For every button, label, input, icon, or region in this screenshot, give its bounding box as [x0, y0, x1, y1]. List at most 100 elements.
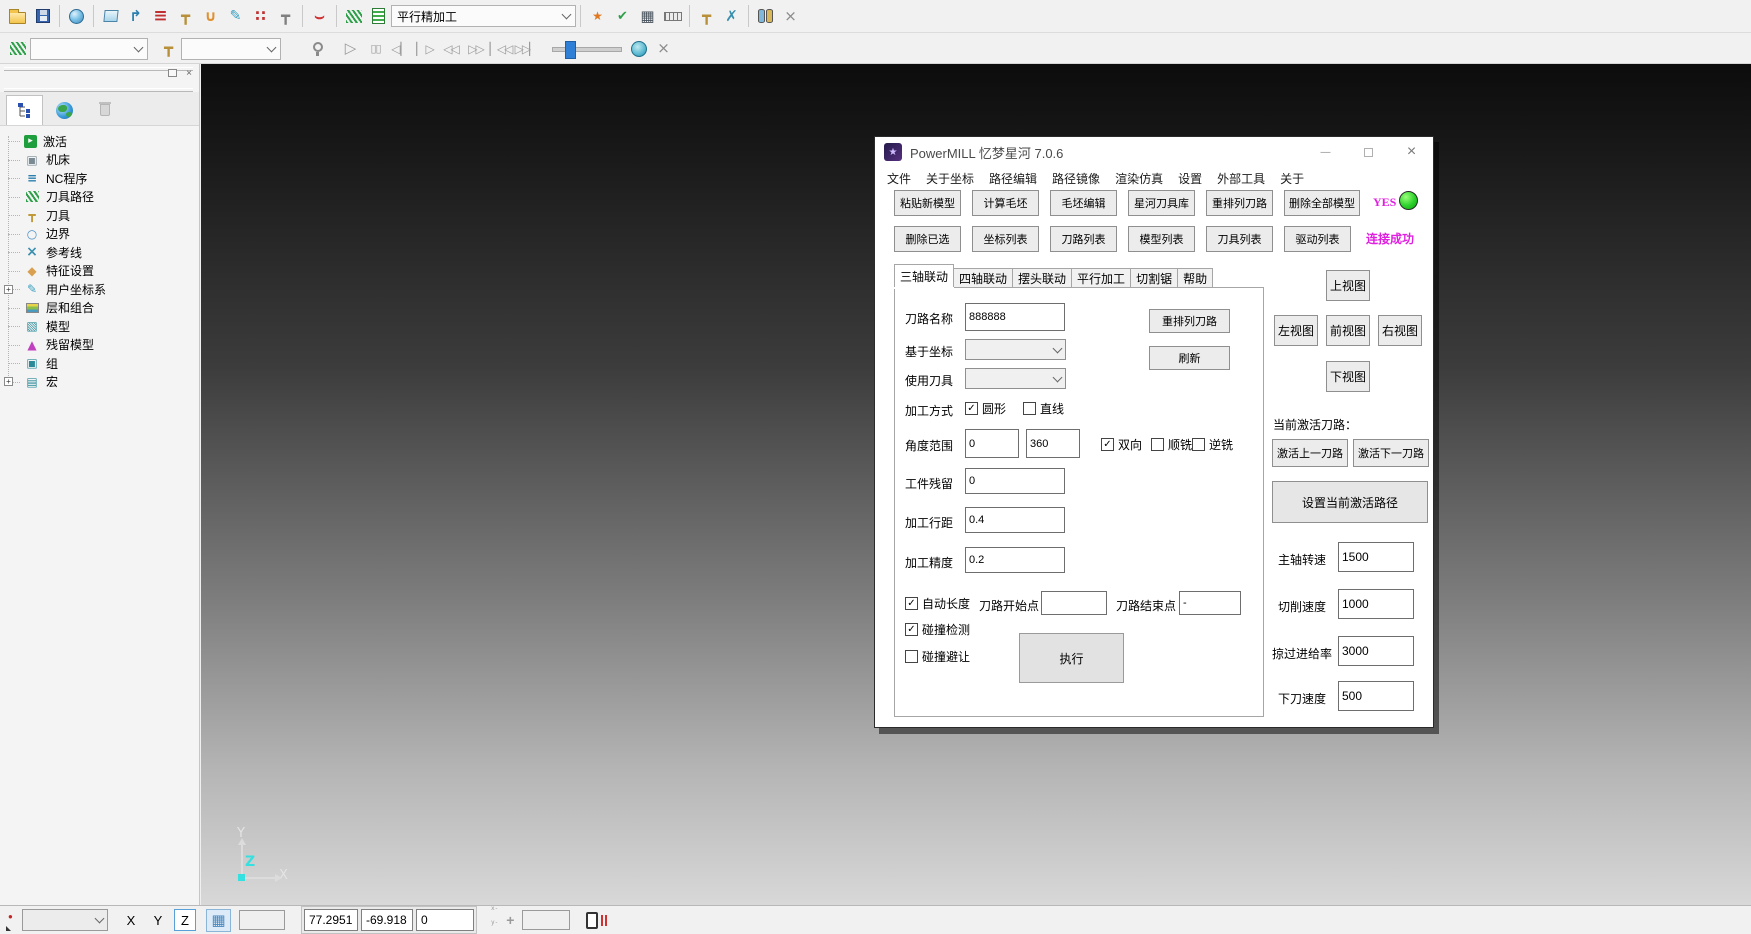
expand-icon[interactable]	[4, 285, 13, 294]
nc-lines-icon[interactable]	[148, 4, 173, 28]
auto-length-checkbox[interactable]: 自动长度	[905, 595, 970, 612]
bottom-view-button[interactable]: 下视图	[1326, 361, 1370, 392]
activate-prev-button[interactable]: 激活上一刀路	[1272, 439, 1348, 467]
activate-next-button[interactable]: 激活下一刀路	[1353, 439, 1429, 467]
tool-icon[interactable]	[156, 37, 181, 61]
green-spring-icon[interactable]	[341, 4, 366, 28]
close-button[interactable]	[1390, 137, 1433, 167]
menu-path-mirror[interactable]: 路径镜像	[1052, 170, 1100, 187]
boundary-u-icon[interactable]	[198, 4, 223, 28]
rotate-device-icon[interactable]	[586, 912, 598, 929]
speed-slider[interactable]	[552, 41, 622, 57]
coord-y-value[interactable]: -69.918	[361, 909, 413, 931]
tree-item-model[interactable]: 模型	[0, 317, 199, 336]
close-toolbar-icon[interactable]	[651, 37, 676, 61]
cylinders-icon[interactable]	[753, 4, 778, 28]
conventional-checkbox[interactable]: 逆铣	[1192, 436, 1233, 453]
open-file-icon[interactable]	[5, 4, 30, 28]
block-icon[interactable]	[98, 4, 123, 28]
menu-about-coords[interactable]: 关于坐标	[926, 170, 974, 187]
tool-holder-icon[interactable]	[273, 4, 298, 28]
plunge-feed-input[interactable]	[1338, 681, 1414, 711]
tree-item-group[interactable]: 组	[0, 354, 199, 373]
status-empty-field[interactable]	[239, 910, 285, 930]
bidirectional-checkbox[interactable]: 双向	[1101, 436, 1142, 453]
tree-item-nc-program[interactable]: NC程序	[0, 169, 199, 188]
tree-item-machine[interactable]: 机床	[0, 151, 199, 170]
toolpath-name-input[interactable]	[965, 303, 1065, 331]
tree-item-boundary[interactable]: 边界	[0, 225, 199, 244]
front-view-button[interactable]: 前视图	[1326, 315, 1370, 346]
model-list-button[interactable]: 模型列表	[1128, 226, 1195, 252]
tree-item-stock-model[interactable]: 残留模型	[0, 336, 199, 355]
execute-button[interactable]: 执行	[1019, 633, 1124, 683]
tree-item-macro[interactable]: 宏	[0, 373, 199, 392]
tree-item-toolpath[interactable]: 刀具路径	[0, 188, 199, 207]
climb-checkbox[interactable]: 顺铣	[1151, 436, 1192, 453]
paste-new-model-button[interactable]: 粘贴新模型	[894, 190, 961, 216]
tab-3axis[interactable]: 三轴联动	[894, 264, 954, 287]
tool-check-icon[interactable]	[610, 4, 635, 28]
coords-list-button[interactable]: 坐标列表	[972, 226, 1039, 252]
skip-end-icon[interactable]	[513, 37, 538, 61]
axis-y-button[interactable]: Y	[147, 909, 169, 931]
angle-to-input[interactable]	[1026, 429, 1080, 458]
angle-from-input[interactable]	[965, 429, 1019, 458]
crossed-tools-icon[interactable]	[719, 4, 744, 28]
end-point-input[interactable]	[1179, 591, 1241, 615]
menu-path-edit[interactable]: 路径编辑	[989, 170, 1037, 187]
stepover-input[interactable]	[965, 507, 1065, 533]
tool-ball-icon[interactable]	[173, 4, 198, 28]
circular-checkbox[interactable]: 圆形	[965, 400, 1006, 417]
top-view-button[interactable]: 上视图	[1326, 270, 1370, 301]
clock-icon[interactable]	[626, 37, 651, 61]
axis-z-button[interactable]: Z	[174, 909, 196, 931]
tree-item-workplane[interactable]: 用户坐标系	[0, 280, 199, 299]
left-view-button[interactable]: 左视图	[1274, 315, 1318, 346]
stock-edit-button[interactable]: 毛坯编辑	[1050, 190, 1117, 216]
toolpath-combo[interactable]	[30, 38, 148, 60]
calculator-icon[interactable]	[635, 4, 660, 28]
play-icon[interactable]	[338, 37, 363, 61]
right-view-button[interactable]: 右视图	[1378, 315, 1422, 346]
tolerance-input[interactable]	[965, 547, 1065, 573]
probe-icon[interactable]	[506, 912, 514, 928]
axis-x-button[interactable]: X	[120, 909, 142, 931]
drive-list-button[interactable]: 驱动列表	[1284, 226, 1351, 252]
save-icon[interactable]	[30, 4, 55, 28]
pencil-icon[interactable]	[223, 4, 248, 28]
maximize-button[interactable]	[1347, 137, 1390, 167]
tool-combo[interactable]	[181, 38, 281, 60]
tab-head-swing[interactable]: 摆头联动	[1013, 268, 1072, 287]
tab-tree-view[interactable]	[6, 95, 43, 125]
tab-globe[interactable]	[46, 95, 83, 125]
menu-external-tools[interactable]: 外部工具	[1217, 170, 1265, 187]
rearrange-toolpath-button[interactable]: 重排列刀路	[1206, 190, 1273, 216]
fast-forward-icon[interactable]	[463, 37, 488, 61]
tool-combo[interactable]	[965, 368, 1066, 389]
compute-stock-button[interactable]: 计算毛坯	[972, 190, 1039, 216]
tree-item-activate[interactable]: 激活	[0, 132, 199, 151]
strategy-combo[interactable]: 平行精加工	[391, 5, 576, 27]
close-toolbar-icon[interactable]	[778, 4, 803, 28]
tool-pair-icon[interactable]	[694, 4, 719, 28]
green-spring-icon[interactable]	[5, 37, 30, 61]
spindle-speed-input[interactable]	[1338, 542, 1414, 572]
bulb-icon[interactable]	[305, 37, 330, 61]
menu-render-sim[interactable]: 渲染仿真	[1115, 170, 1163, 187]
delete-selected-button[interactable]: 删除已选	[894, 226, 961, 252]
delete-all-models-button[interactable]: 删除全部模型	[1284, 190, 1360, 216]
minimize-button[interactable]	[1304, 137, 1347, 167]
step-back-icon[interactable]	[388, 37, 413, 61]
tab-trash[interactable]	[86, 95, 123, 125]
tool-library-button[interactable]: 星河刀具库	[1128, 190, 1195, 216]
collision-avoid-checkbox[interactable]: 碰撞避让	[905, 648, 970, 665]
step-forward-icon[interactable]	[413, 37, 438, 61]
float-panel-icon[interactable]	[168, 69, 177, 77]
points-icon[interactable]	[248, 4, 273, 28]
tree-item-levels[interactable]: 层和组合	[0, 299, 199, 318]
status-combo[interactable]	[22, 909, 108, 931]
record-dot-menu[interactable]	[4, 907, 20, 933]
tool-star-icon[interactable]	[585, 4, 610, 28]
rewind-icon[interactable]	[438, 37, 463, 61]
